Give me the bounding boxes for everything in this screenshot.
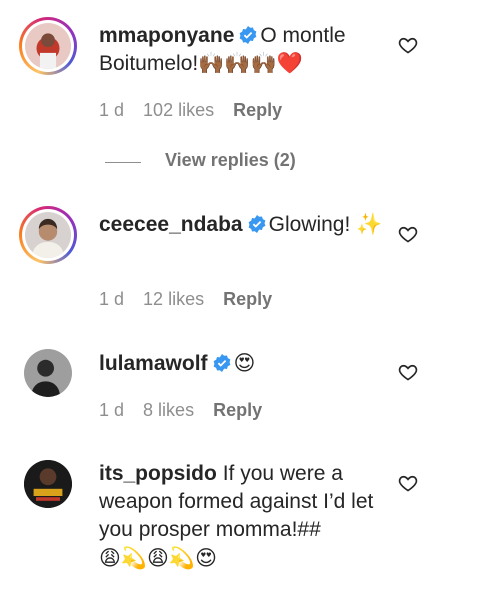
- username[interactable]: lulamawolf: [99, 352, 208, 375]
- divider-line: [105, 162, 141, 163]
- comment-body: Glowing! ✨: [268, 213, 383, 236]
- verified-badge-icon: [213, 354, 230, 372]
- avatar[interactable]: [19, 206, 77, 264]
- username[interactable]: its_popsido: [99, 462, 217, 485]
- comment-text-block: ceecee_ndaba Glowing! ✨: [99, 211, 389, 239]
- comment-body: 😍: [233, 351, 256, 375]
- reply-button[interactable]: Reply: [213, 400, 262, 420]
- timestamp: 1 d: [99, 400, 125, 420]
- like-heart-icon[interactable]: [398, 35, 418, 55]
- view-replies-label[interactable]: View replies (2): [165, 150, 296, 171]
- likes-count[interactable]: 12 likes: [143, 289, 204, 309]
- like-heart-icon[interactable]: [398, 362, 418, 382]
- verified-badge-icon: [240, 26, 257, 44]
- likes-count[interactable]: 8 likes: [143, 400, 194, 420]
- username[interactable]: mmaponyane: [99, 24, 234, 47]
- like-heart-icon[interactable]: [398, 473, 418, 493]
- likes-count[interactable]: 102 likes: [143, 100, 214, 120]
- username[interactable]: ceecee_ndaba: [99, 213, 243, 236]
- comment-meta: 1 d 8 likes Reply: [99, 400, 276, 421]
- comment-emojis: 😩💫😩💫😍: [99, 546, 217, 570]
- timestamp: 1 d: [99, 100, 125, 120]
- reply-button[interactable]: Reply: [233, 100, 282, 120]
- comment-text-block: lulamawolf 😍: [99, 349, 389, 378]
- verified-badge-icon: [248, 215, 265, 233]
- comment-meta: 1 d 12 likes Reply: [99, 289, 286, 310]
- comment-text-block: its_popsido If you were a weapon formed …: [99, 460, 384, 573]
- comment-text-block: mmaponyane O montle Boitumelo!🙌🏾🙌🏾🙌🏾❤️: [99, 22, 389, 78]
- reply-button[interactable]: Reply: [223, 289, 272, 309]
- like-heart-icon[interactable]: [398, 224, 418, 244]
- avatar[interactable]: [19, 17, 77, 75]
- avatar[interactable]: [24, 460, 72, 508]
- comment-meta: 1 d 102 likes Reply: [99, 100, 296, 121]
- avatar[interactable]: [24, 349, 72, 397]
- timestamp: 1 d: [99, 289, 125, 309]
